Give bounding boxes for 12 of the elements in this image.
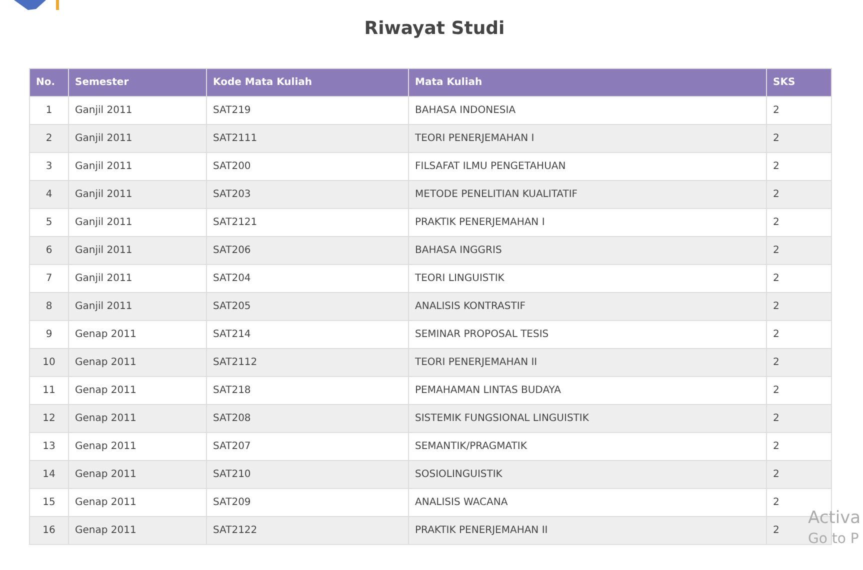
table-cell: 16: [30, 516, 68, 544]
column-header: Semester: [68, 68, 206, 96]
column-header: Kode Mata Kuliah: [206, 68, 408, 96]
column-header: Mata Kuliah: [408, 68, 766, 96]
page-title: Riwayat Studi: [363, 18, 506, 39]
column-header: SKS: [766, 68, 832, 96]
table-cell: SAT2122: [206, 516, 408, 544]
activation-hint: Go to P: [808, 530, 860, 548]
table-cell: PRAKTIK PENERJEMAHAN II: [408, 516, 766, 544]
logo-icon: [14, 0, 46, 10]
table-cell: Genap 2011: [68, 516, 206, 544]
column-header: No.: [30, 68, 68, 96]
